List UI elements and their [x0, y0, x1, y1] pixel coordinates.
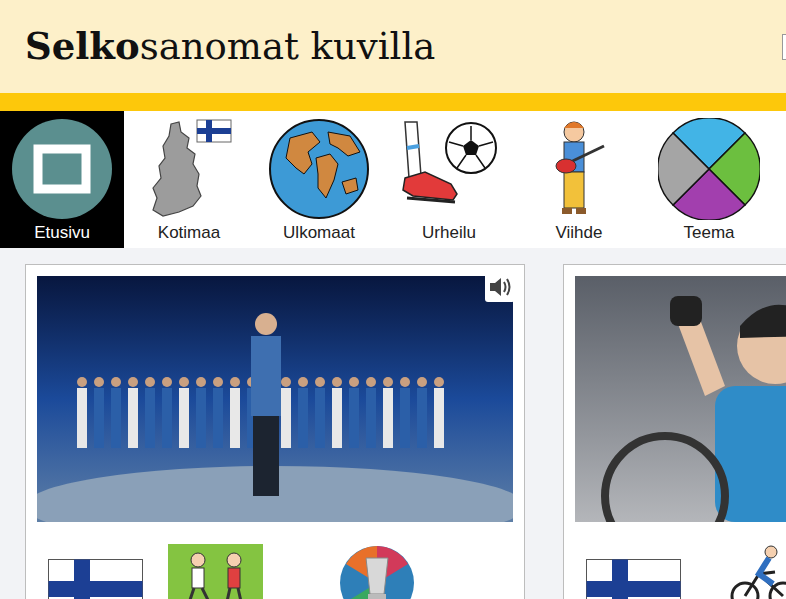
- nav-item[interactable]: Kotimaa: [124, 111, 254, 248]
- nav-icon-box: [268, 118, 370, 220]
- finland-map-icon: [139, 118, 239, 220]
- theme-icon: [658, 118, 760, 220]
- nav-item[interactable]: Etusivu: [0, 111, 124, 248]
- home-icon: [11, 118, 113, 220]
- euro-trophy-icon: [338, 544, 416, 599]
- nav-icon-box: [139, 118, 239, 220]
- nav-label[interactable]: Urheilu: [422, 223, 476, 243]
- nav-icon-box: [11, 118, 113, 220]
- nav-label[interactable]: Viihde: [556, 223, 603, 243]
- accent-bar: [0, 93, 786, 111]
- site-header: Selkosanomat kuvilla: [0, 0, 786, 93]
- football-kick-icon: [399, 118, 499, 220]
- guitarist-icon: [544, 118, 614, 220]
- globe-icon: [268, 118, 370, 220]
- nav-item[interactable]: Urheilu: [384, 111, 514, 248]
- speaker-icon[interactable]: [485, 272, 515, 302]
- nav-label[interactable]: Ulkomaat: [283, 223, 355, 243]
- finland-flag-icon: [48, 544, 143, 599]
- nav-icon-box: [658, 118, 760, 220]
- nav-label[interactable]: Teema: [683, 223, 734, 243]
- news-list: [0, 248, 786, 599]
- finland-flag-icon: [586, 544, 681, 599]
- news-photo[interactable]: [575, 276, 786, 522]
- symbol-row: [37, 544, 513, 599]
- nav-icon-box: [399, 118, 499, 220]
- nav-item[interactable]: Viihde: [514, 111, 644, 248]
- news-photo[interactable]: [37, 276, 513, 522]
- football-players-icon: [168, 544, 263, 599]
- category-nav: Etusivu Kotimaa Ulkomaat Urheilu Viihde Teema: [0, 111, 786, 248]
- nav-label[interactable]: Kotimaa: [158, 223, 220, 243]
- photo-frame: [575, 276, 786, 522]
- news-card[interactable]: [25, 264, 525, 599]
- cyclist-icon: [729, 544, 786, 599]
- nav-item[interactable]: Teema: [644, 111, 774, 248]
- nav-label[interactable]: Etusivu: [34, 223, 90, 243]
- site-title[interactable]: Selkosanomat kuvilla: [25, 28, 435, 65]
- news-card[interactable]: [563, 264, 786, 599]
- nav-icon-box: [544, 118, 614, 220]
- nav-item[interactable]: Ulkomaat: [254, 111, 384, 248]
- symbol-row: [575, 544, 786, 599]
- photo-frame: [37, 276, 513, 522]
- header-box[interactable]: [782, 34, 786, 60]
